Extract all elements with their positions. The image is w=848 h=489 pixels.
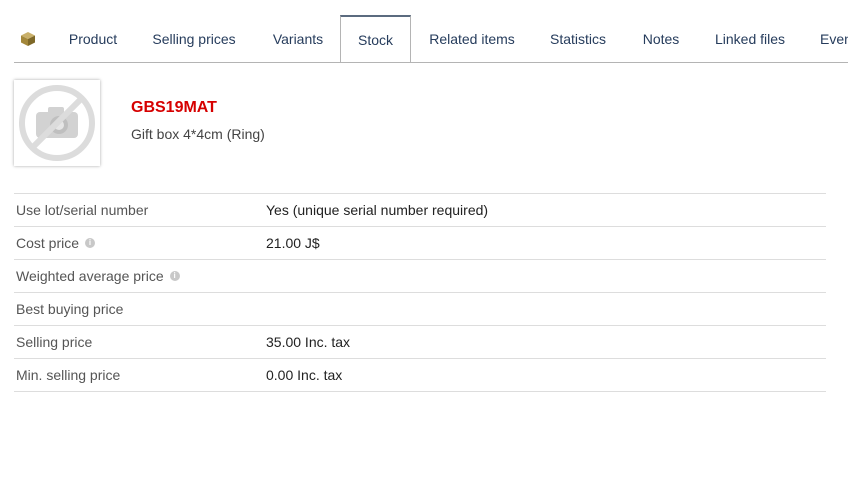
info-icon[interactable]: i	[169, 271, 180, 282]
table-row: Use lot/serial number Yes (unique serial…	[14, 194, 826, 227]
field-value-cost-price: 21.00 J$	[266, 235, 320, 251]
tab-product[interactable]: Product	[52, 15, 134, 62]
product-photo[interactable]	[14, 80, 100, 166]
tab-selling-prices[interactable]: Selling prices	[140, 15, 248, 62]
stock-info-table: Use lot/serial number Yes (unique serial…	[14, 193, 826, 392]
info-icon[interactable]: i	[85, 238, 96, 249]
table-row: Selling price 35.00 Inc. tax	[14, 326, 826, 359]
product-label: Gift box 4*4cm (Ring)	[131, 126, 265, 142]
field-label-lot-serial: Use lot/serial number	[16, 202, 149, 218]
field-value-min-selling-price: 0.00 Inc. tax	[266, 367, 343, 383]
field-label-best-buying-price: Best buying price	[16, 301, 124, 317]
product-ref: GBS19MAT	[131, 99, 217, 116]
field-label-weighted-average-price: Weighted average price i	[16, 260, 180, 292]
table-row: Min. selling price 0.00 Inc. tax	[14, 359, 826, 392]
tab-statistics[interactable]: Statistics	[540, 15, 616, 62]
no-photo-camera-icon	[19, 85, 95, 161]
product-stock-page: Product Selling prices Variants Stock Re…	[0, 0, 848, 489]
table-row: Weighted average price i	[14, 260, 826, 293]
field-label-cost-price: Cost price i	[16, 227, 96, 259]
field-label-min-selling-price: Min. selling price	[16, 367, 121, 383]
tab-bar: Product Selling prices Variants Stock Re…	[14, 15, 848, 63]
tab-variants[interactable]: Variants	[262, 15, 334, 62]
product-box-icon	[21, 32, 35, 46]
tab-related-items[interactable]: Related items	[418, 15, 526, 62]
field-value-selling-price: 35.00 Inc. tax	[266, 334, 351, 350]
field-label-text: Cost price	[16, 235, 80, 251]
field-label-selling-price: Selling price	[16, 334, 93, 350]
table-row: Cost price i 21.00 J$	[14, 227, 826, 260]
tab-linked-files[interactable]: Linked files	[704, 15, 796, 62]
field-label-text: Weighted average price	[16, 268, 164, 284]
tab-notes[interactable]: Notes	[631, 15, 691, 62]
field-value-lot-serial: Yes (unique serial number required)	[266, 202, 489, 218]
tab-stock[interactable]: Stock	[340, 15, 411, 62]
table-row: Best buying price	[14, 293, 826, 326]
tab-events[interactable]: Even	[810, 15, 848, 62]
